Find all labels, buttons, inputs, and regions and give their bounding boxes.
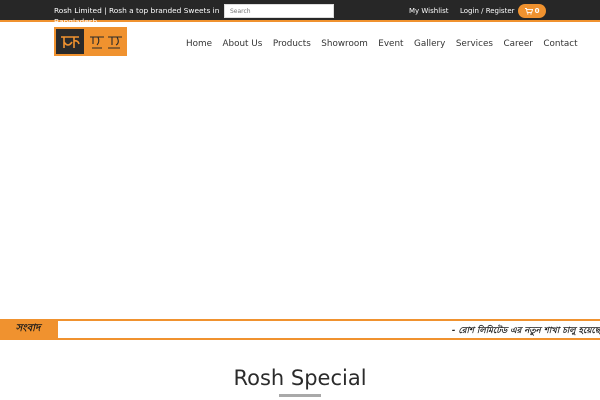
top-bar: Rosh Limited | Rosh a top branded Sweets…	[0, 0, 600, 26]
section-title: Rosh Special	[233, 366, 367, 390]
nav-item-career[interactable]: Career	[503, 38, 532, 50]
title-underline	[279, 394, 321, 397]
login-register-link[interactable]: Login / Register	[460, 7, 515, 15]
nav-item-about-us[interactable]: About Us	[222, 38, 262, 50]
nav-item-event[interactable]: Event	[378, 38, 403, 50]
ticker-track: - রোশ লিমিটেড এর নতুন শাখা চালু হয়েছে	[58, 321, 600, 338]
nav-item-products[interactable]: Products	[273, 38, 311, 50]
wishlist-link[interactable]: My Wishlist	[409, 7, 448, 15]
search-input[interactable]	[224, 4, 334, 18]
nav-item-home[interactable]: Home	[186, 38, 212, 50]
ticker-news-text[interactable]: - রোশ লিমিটেড এর নতুন শাখা চালু হয়েছে	[452, 324, 600, 338]
cart-icon	[524, 7, 533, 15]
nav-item-showroom[interactable]: Showroom	[321, 38, 368, 50]
logo-lettering	[88, 32, 124, 52]
news-ticker: সংবাদ - রোশ লিমিটেড এর নতুন শাখা চালু হয…	[0, 319, 600, 340]
logo-mark	[56, 29, 84, 54]
cart-count: 0	[534, 7, 540, 15]
ticker-label: সংবাদ	[15, 323, 41, 334]
site-tagline: Rosh Limited | Rosh a top branded Sweets…	[54, 6, 220, 26]
nav-item-services[interactable]: Services	[456, 38, 493, 50]
nav-item-gallery[interactable]: Gallery	[414, 38, 445, 50]
main-nav: Home About Us Products Showroom Event Ga…	[186, 38, 588, 50]
nav-item-contact[interactable]: Contact	[543, 38, 577, 50]
cart-button[interactable]: 0	[518, 4, 546, 18]
site-logo[interactable]	[54, 27, 127, 56]
